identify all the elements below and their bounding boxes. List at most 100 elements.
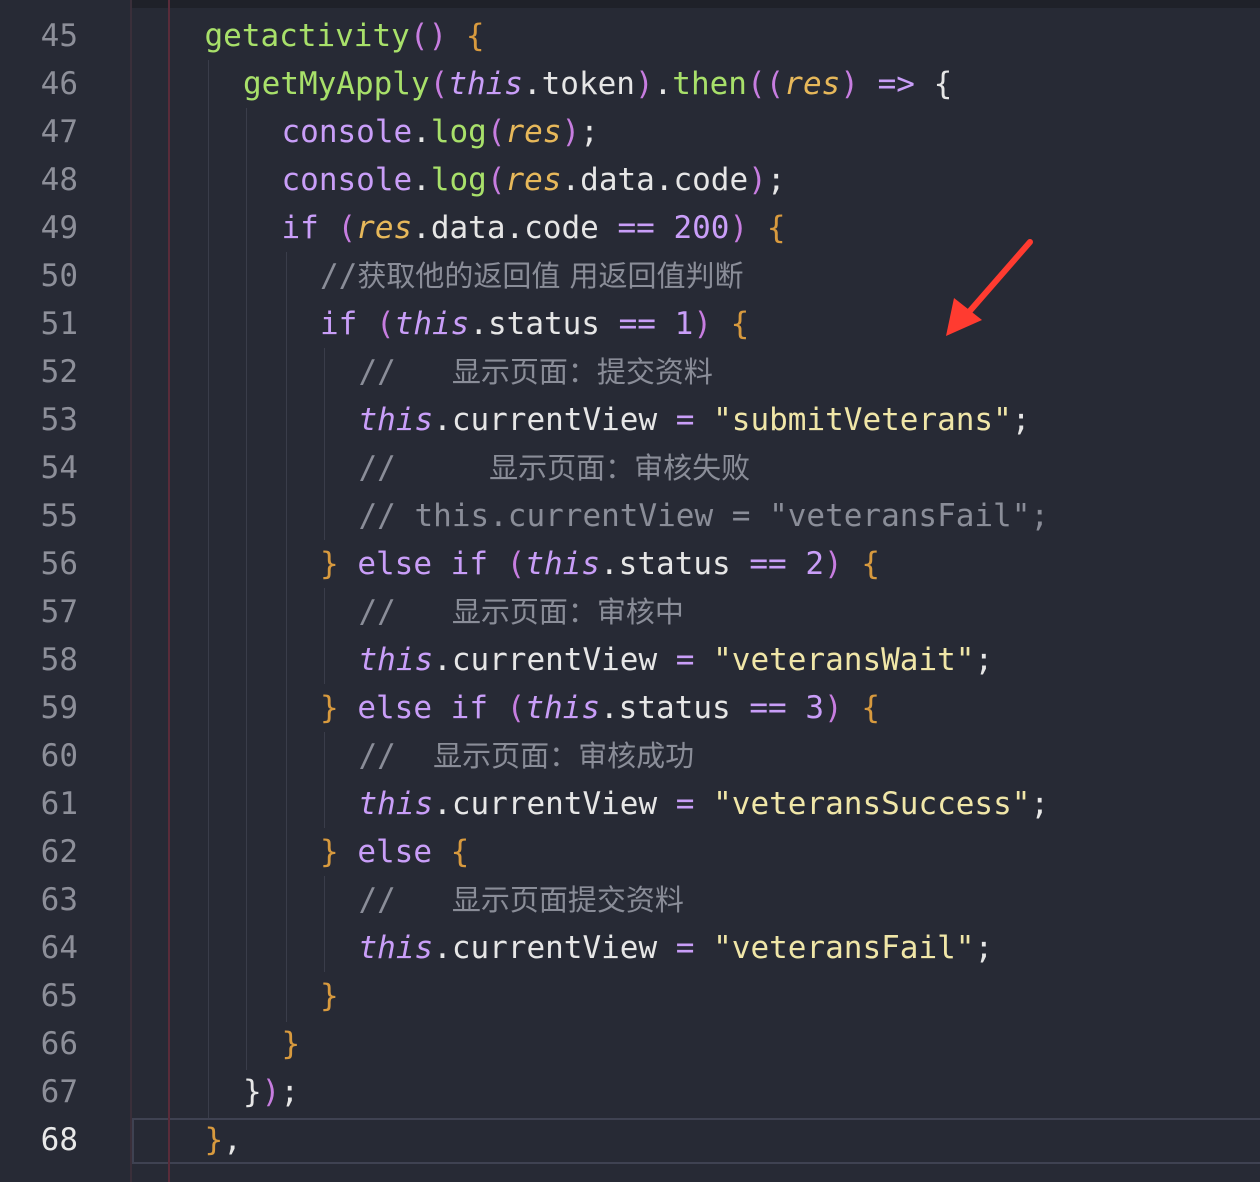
code-token: () — [409, 18, 448, 54]
code-token: ( — [337, 210, 357, 246]
line-number: 55 — [40, 498, 78, 534]
code-line[interactable]: 52 // 显示页面：提交资料 — [0, 348, 1260, 396]
line-number: 61 — [40, 786, 78, 822]
code-token: ; — [1030, 786, 1050, 822]
line-number: 52 — [40, 354, 78, 390]
code-line[interactable]: 68}, — [0, 1116, 1260, 1164]
code-line[interactable]: 48 console.log(res.data.code); — [0, 156, 1260, 204]
code-token: // — [358, 594, 452, 630]
code-token: { — [861, 690, 880, 726]
code-line[interactable]: 65} — [0, 972, 1260, 1020]
code-token: 显示页面：审核成功 — [433, 739, 695, 773]
line-number: 51 — [40, 306, 78, 342]
code-editor[interactable]: 45 getactivity() {46 getMyApply(this.token… — [0, 0, 1260, 1182]
code-token: this — [525, 546, 600, 582]
line-number: 66 — [40, 1026, 78, 1062]
line-number: 59 — [40, 690, 78, 726]
code-token: = — [675, 642, 695, 678]
code-token: getactivity — [204, 18, 410, 54]
code-line[interactable]: 47 console.log(res); — [0, 108, 1260, 156]
code-line[interactable]: 63 // 显示页面提交资料 — [0, 876, 1260, 924]
code-line[interactable]: 54 // 显示页面：审核失败 — [0, 444, 1260, 492]
code-line[interactable]: 62 } else { — [0, 828, 1260, 876]
code-token: .currentView — [433, 930, 676, 966]
code-token: .status — [600, 690, 750, 726]
code-token: res — [505, 162, 562, 198]
code-token: } — [281, 1026, 301, 1062]
code-token: // — [358, 738, 434, 774]
line-number: 62 — [40, 834, 78, 870]
code-token: { — [450, 834, 470, 870]
code-line[interactable]: 67}); — [0, 1068, 1260, 1116]
line-code: } else { — [320, 828, 469, 876]
line-number: 57 — [40, 594, 78, 630]
code-token: } — [204, 1122, 224, 1158]
code-token: // — [358, 354, 452, 390]
line-code: if (this.status == 1) { — [320, 300, 749, 348]
code-line[interactable]: 45 getactivity() { — [0, 12, 1260, 60]
code-line[interactable]: 56} else if (this.status == 2) { — [0, 540, 1260, 588]
code-token: ) — [634, 66, 654, 102]
code-token: ) — [748, 162, 767, 198]
code-token: } — [320, 834, 339, 870]
code-line[interactable]: 46 getMyApply(this.token).then((res) => { — [0, 60, 1260, 108]
code-line[interactable]: 57 // 显示页面：审核中 — [0, 588, 1260, 636]
code-line[interactable]: 50 //获取他的返回值 用返回值判断 — [0, 252, 1260, 300]
code-token: == — [618, 306, 656, 342]
code-token: .token — [522, 66, 635, 102]
line-number: 53 — [40, 402, 78, 438]
code-token: ( — [376, 306, 395, 342]
code-token: , — [223, 1122, 242, 1158]
code-line[interactable]: 64 this.currentView = "veteransFail"; — [0, 924, 1260, 972]
code-token: this — [525, 690, 600, 726]
code-line[interactable]: 51 if (this.status == 1) { — [0, 300, 1260, 348]
code-line[interactable]: 49 if (res.data.code == 200) { — [0, 204, 1260, 252]
line-number: 63 — [40, 882, 78, 918]
code-token: getMyApply — [243, 66, 430, 102]
code-token: ) — [729, 210, 749, 246]
code-token: = — [675, 930, 695, 966]
line-number: 49 — [40, 210, 78, 246]
line-number: 46 — [40, 66, 78, 102]
code-token: if — [281, 210, 319, 246]
code-token: } — [320, 978, 339, 1014]
code-line[interactable]: 58 this.currentView = "veteransWait"; — [0, 636, 1260, 684]
code-token: 显示页面提交资料 — [451, 883, 684, 917]
editor-top-strip — [0, 0, 1260, 8]
code-token: 获取他的返回值 用返回值判断 — [357, 259, 744, 293]
code-token: } — [243, 1074, 262, 1110]
code-token: then — [672, 66, 747, 102]
line-code: }, — [205, 1116, 242, 1164]
line-number: 58 — [40, 642, 78, 678]
code-token: == — [617, 210, 655, 246]
code-token: == — [749, 546, 787, 582]
line-number: 45 — [40, 18, 78, 54]
line-code: console.log(res); — [282, 108, 599, 156]
code-line[interactable]: 61 this.currentView = "veteransSuccess"; — [0, 780, 1260, 828]
code-line[interactable]: 60 // 显示页面：审核成功 — [0, 732, 1260, 780]
code-line[interactable]: 53 this.currentView = "submitVeterans"; — [0, 396, 1260, 444]
code-line[interactable]: 66} — [0, 1020, 1260, 1068]
code-token: ) — [693, 306, 712, 342]
line-code: if (res.data.code == 200) { — [282, 204, 786, 252]
code-line[interactable]: 55 // this.currentView = "veteransFail"; — [0, 492, 1260, 540]
code-token: 显示页面：提交资料 — [451, 355, 713, 389]
code-token: res — [784, 66, 841, 102]
line-code: }); — [243, 1068, 299, 1116]
line-code: getMyApply(this.token).then((res) => { — [243, 60, 952, 108]
line-code: //获取他的返回值 用返回值判断 — [320, 252, 744, 300]
code-token: ) — [561, 114, 581, 150]
code-token: . — [412, 114, 431, 150]
code-token: this — [358, 930, 434, 966]
code-line[interactable]: 59} else if (this.status == 3) { — [0, 684, 1260, 732]
